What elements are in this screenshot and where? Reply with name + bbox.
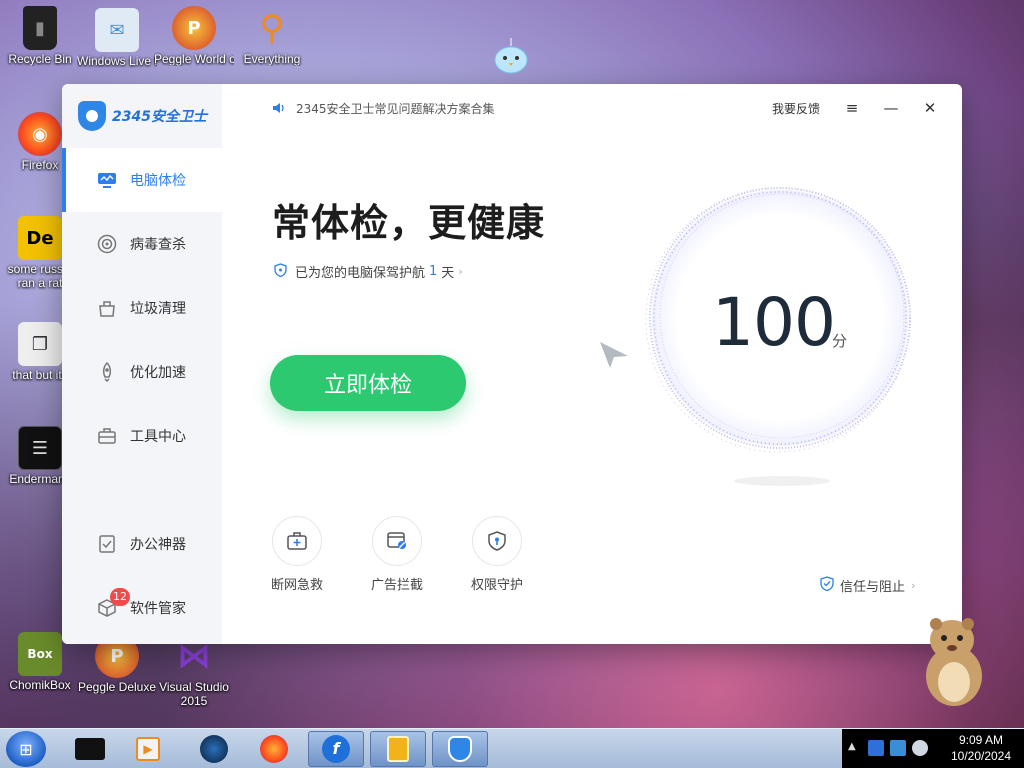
start-checkup-button[interactable]: 立即体检 [270,355,466,411]
mail-icon: ✉ [95,8,139,52]
health-score: 100 [712,284,836,361]
desktop-icon-windows-live-mail[interactable]: ✉ Windows Live Mail [77,8,157,68]
shield-check-icon [820,576,834,595]
protect-days-link[interactable]: 已为您的电脑保驾护航 1 天 › [274,262,463,281]
tray-expand-icon[interactable]: ▲ [848,741,856,752]
system-tray: ▲ 9:09 AM 10/20/2024 [842,729,1024,768]
hamster-mascot-icon [926,618,982,706]
tool-permission-guard[interactable]: 权限守护 [457,516,537,593]
media-player-icon: ▶ [136,737,160,761]
chevron-right-icon: › [458,265,463,278]
menu-icon[interactable]: ≡ [840,96,864,120]
desktop-icon-recycle-bin[interactable]: ▮ Recycle Bin [0,6,80,66]
target-icon [96,233,118,255]
windows-logo-icon: ⊞ [19,739,33,759]
shield-check-icon [274,262,287,281]
toolbox-icon [96,425,118,447]
score-unit: 分 [832,332,848,350]
faq-notice-link[interactable]: 2345安全卫士常见问题解决方案合集 [272,100,495,117]
rocket-icon [96,361,118,383]
console-icon: ☰ [18,426,62,470]
firefox-icon [260,735,288,763]
tray-guard-icon[interactable] [868,740,884,756]
guard-app-window: 2345安全卫士 电脑体检 病毒查杀 垃圾清理 优化加速 工具中心 办公神器 1… [62,84,962,644]
shield-logo-icon [78,101,106,131]
taskbar-flash[interactable]: f [308,731,364,767]
shield-key-icon [472,516,522,566]
ad-block-icon [372,516,422,566]
desktop-icon-everything[interactable]: ⚲ Everything [232,6,312,66]
basket-icon [96,297,118,319]
taskbar: ⊞ ▶ f ▲ 9:09 AM 10/20/2024 [0,728,1024,768]
speaker-icon [272,101,288,117]
update-count-badge: 12 [110,588,130,606]
flash-icon: f [322,735,350,763]
peggle-icon: P [172,6,216,50]
chevron-right-icon: › [911,579,916,592]
clock[interactable]: 9:09 AM 10/20/2024 [942,732,1020,764]
tool-network-rescue[interactable]: 断网急救 [257,516,337,593]
nav-item-virus-scan[interactable]: 病毒查杀 [62,212,222,276]
bird-mascot-icon [494,38,528,74]
score-shadow [734,476,830,486]
firefox-icon: ◉ [18,112,62,156]
taskbar-globe[interactable] [186,731,242,767]
tool-ad-block[interactable]: 广告拦截 [357,516,437,593]
minimize-icon[interactable]: — [879,96,903,120]
nav-item-office-tools[interactable]: 办公神器 [62,512,222,576]
2345-guard-icon [448,736,472,762]
recycle-bin-icon: ▮ [23,6,57,50]
nav-item-tool-center[interactable]: 工具中心 [62,404,222,468]
tray-network-icon[interactable] [890,740,906,756]
brand-logo: 2345安全卫士 [62,84,222,148]
close-icon[interactable]: ✕ [918,96,942,120]
taskbar-media-player[interactable]: ▶ [120,731,176,767]
magnifier-icon: ⚲ [259,8,285,48]
top-bar: 2345安全卫士常见问题解决方案合集 我要反馈 ≡ — ✕ [222,84,962,132]
checklist-icon [96,533,118,555]
sidebar: 2345安全卫士 电脑体检 病毒查杀 垃圾清理 优化加速 工具中心 办公神器 1… [62,84,222,644]
taskbar-2345-guard[interactable] [432,731,488,767]
de-icon: De [18,216,62,260]
tray-volume-icon[interactable] [912,740,928,756]
globe-icon [200,735,228,763]
chomikbox-icon: Box [18,632,62,676]
desktop-icon-peggle-wow[interactable]: P Peggle World of Warcraft ... [154,6,234,66]
monitor-icon [96,169,118,191]
nav-item-pc-checkup[interactable]: 电脑体检 [62,148,222,212]
taskbar-firefox[interactable] [246,731,302,767]
nav-item-software-manager[interactable]: 12 软件管家 [62,576,222,640]
app-icon [387,736,409,762]
window-stack-icon: ❐ [18,322,62,366]
page-headline: 常体检，更健康 [272,201,546,245]
first-aid-icon [272,516,322,566]
media-center-icon [75,738,105,760]
trust-block-link[interactable]: 信任与阻止 › [820,576,915,595]
taskbar-app[interactable] [370,731,426,767]
nav-item-junk-clean[interactable]: 垃圾清理 [62,276,222,340]
taskbar-media-center[interactable] [62,731,118,767]
cursor-icon [600,342,628,368]
start-button[interactable]: ⊞ [6,731,46,767]
desktop-icon-visual-studio[interactable]: ⋈ Visual Studio 2015 [154,634,234,708]
nav-item-optimize[interactable]: 优化加速 [62,340,222,404]
feedback-link[interactable]: 我要反馈 [772,100,820,117]
